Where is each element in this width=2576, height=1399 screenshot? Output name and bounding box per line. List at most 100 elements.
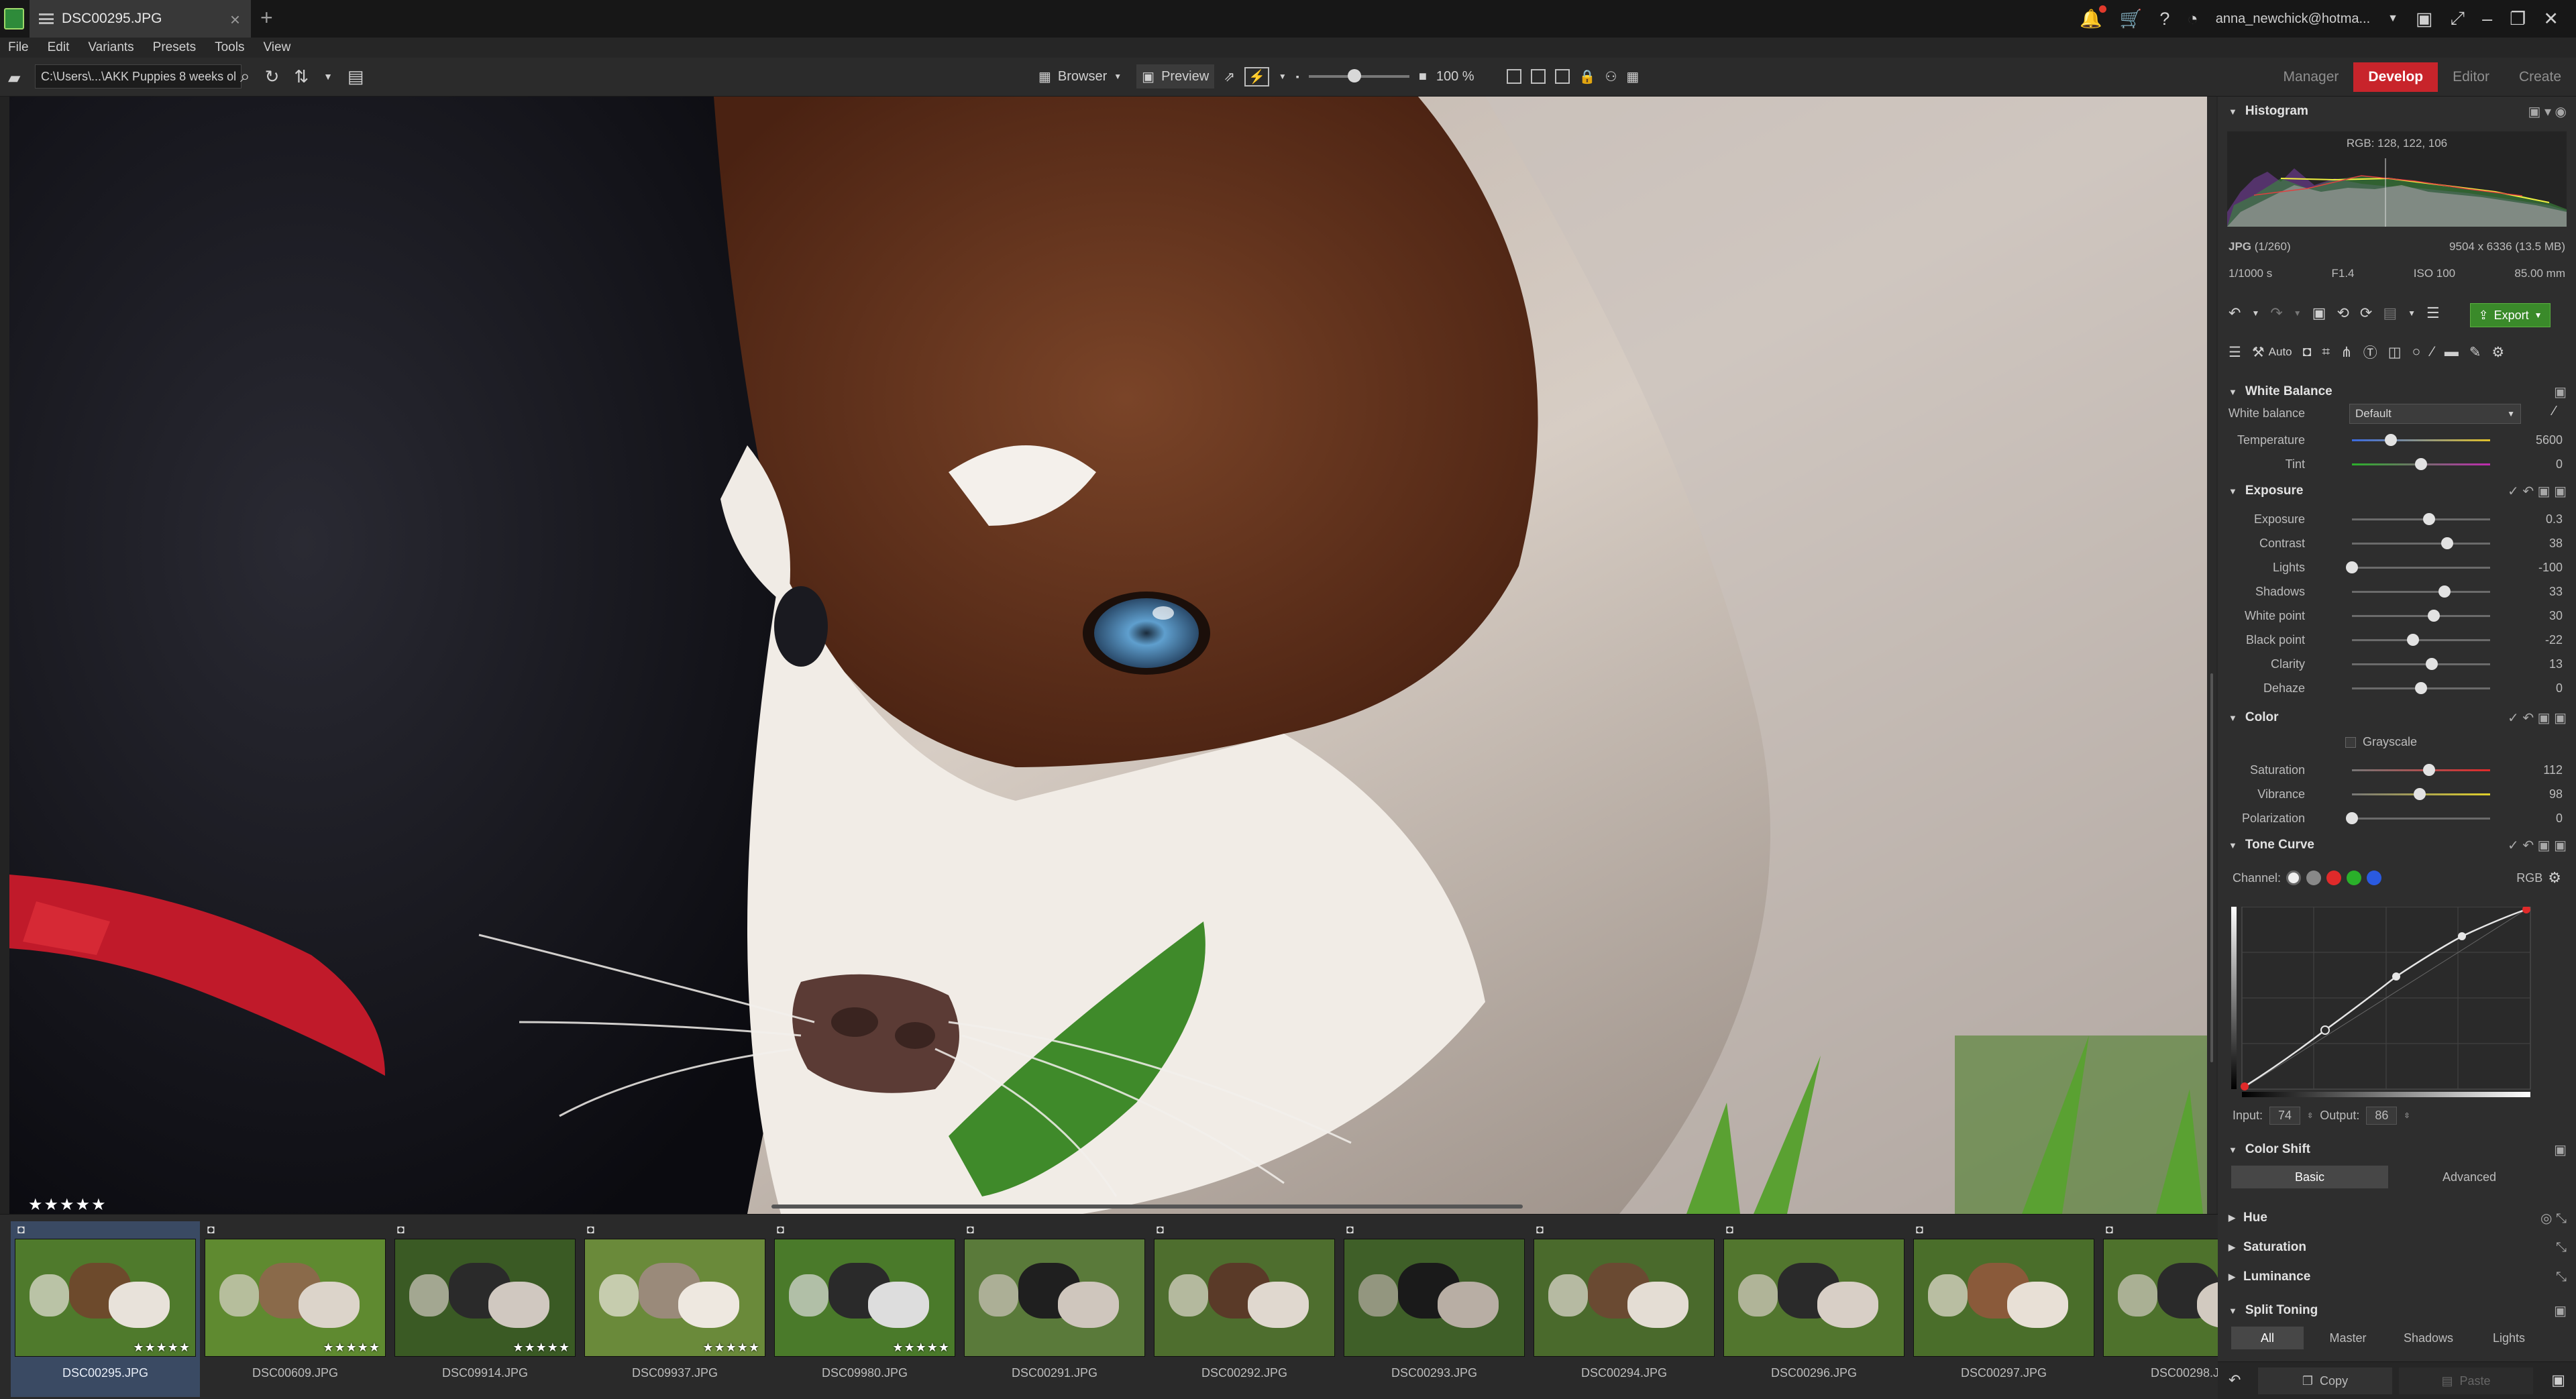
notification-bell-icon[interactable]: 🔔: [2080, 5, 2106, 30]
zoom-slider[interactable]: [1308, 69, 1409, 82]
menu-view[interactable]: View: [263, 40, 290, 55]
settings-gear-icon[interactable]: ⚙: [2491, 344, 2504, 361]
redo-chevron-icon[interactable]: ▼: [2294, 309, 2302, 318]
viewer-horizontal-scrollbar[interactable]: [771, 1205, 1523, 1209]
tab-develop[interactable]: Develop: [2353, 62, 2438, 92]
slider-value[interactable]: 0.3: [2522, 512, 2563, 526]
sort-chevron-icon[interactable]: ▼: [323, 71, 333, 82]
filmstrip-thumbnail[interactable]: ◘ DSC00291.JPG: [960, 1221, 1149, 1397]
adjustments-icon[interactable]: ☰: [2229, 344, 2241, 361]
close-tab-icon[interactable]: ×: [230, 9, 240, 30]
reset-icon[interactable]: ↶: [2229, 1372, 2241, 1389]
grayscale-box[interactable]: [2345, 736, 2356, 748]
exposure-header[interactable]: ▼ Exposure ✓ ↶ ▣ ▣: [2218, 478, 2576, 504]
browser-chevron-icon[interactable]: ▼: [1114, 72, 1122, 81]
channel-blue-swatch[interactable]: [2367, 871, 2382, 885]
slider-knob[interactable]: [2438, 585, 2451, 598]
input-field[interactable]: 74: [2269, 1107, 2301, 1125]
slider-track[interactable]: [2352, 663, 2490, 665]
filmstrip-thumbnail[interactable]: ◘ ★★★★★ DSC00295.JPG: [11, 1221, 200, 1397]
thumbnail-rating[interactable]: ★★★★★: [133, 1341, 191, 1355]
thumbnail-rating[interactable]: ★★★★★: [702, 1341, 760, 1355]
panel-options-icon[interactable]: ▣: [2551, 1372, 2565, 1389]
path-input[interactable]: [35, 64, 241, 89]
slider-value[interactable]: 33: [2522, 585, 2563, 599]
color-shift-tab-advanced[interactable]: Advanced: [2391, 1166, 2548, 1188]
slider-value[interactable]: 5600: [2522, 433, 2563, 447]
section-actions-icon[interactable]: ✓ ↶ ▣ ▣: [2508, 483, 2567, 500]
menu-edit[interactable]: Edit: [48, 40, 70, 55]
presets-list-icon[interactable]: ☰: [2426, 304, 2440, 322]
section-copy-icon[interactable]: ▣: [2554, 1141, 2567, 1158]
luminance-header[interactable]: ▶ Luminance ⤡: [2218, 1264, 2576, 1290]
filmstrip-thumbnail[interactable]: ◘ ★★★★★ DSC09937.JPG: [580, 1221, 769, 1397]
photo-viewer[interactable]: [9, 97, 2216, 1214]
slider-value[interactable]: 30: [2522, 609, 2563, 623]
radial-filter-icon[interactable]: ○: [2412, 344, 2421, 360]
heal-icon[interactable]: ◫: [2388, 344, 2402, 361]
slider-knob[interactable]: [2406, 634, 2419, 646]
zoom-out-icon[interactable]: ▪: [1296, 71, 1299, 82]
slider-track[interactable]: [2352, 439, 2490, 441]
undo-icon[interactable]: ↶: [2229, 304, 2241, 322]
slider-value[interactable]: 98: [2522, 787, 2563, 801]
output-stepper-icon[interactable]: ⇳: [2404, 1111, 2410, 1120]
grayscale-checkbox[interactable]: Grayscale: [2345, 735, 2417, 749]
image-rating-stars[interactable]: ★★★★★: [28, 1195, 107, 1215]
menu-variants[interactable]: Variants: [88, 40, 133, 55]
camera-icon[interactable]: ◘: [2303, 344, 2312, 360]
document-tab[interactable]: DSC00295.JPG ×: [30, 0, 251, 38]
color-shift-tab-basic[interactable]: Basic: [2231, 1166, 2388, 1188]
undo-chevron-icon[interactable]: ▼: [2251, 309, 2259, 318]
slider-track[interactable]: [2352, 818, 2490, 820]
filmstrip-thumbnail[interactable]: ◘ DSC00294.JPG: [1529, 1221, 1719, 1397]
account-chevron-icon[interactable]: ▼: [2387, 13, 2398, 25]
close-window-icon[interactable]: ✕: [2543, 9, 2559, 30]
rotate-right-icon[interactable]: ⟳: [2360, 304, 2372, 322]
slider-track[interactable]: [2352, 615, 2490, 617]
open-folder-icon[interactable]: ▤: [347, 66, 364, 87]
brush-icon[interactable]: ⁄: [2431, 344, 2434, 360]
split-tab-master[interactable]: Master: [2309, 1327, 2387, 1349]
slider-track[interactable]: [2352, 518, 2490, 520]
auto-label[interactable]: Auto: [2269, 345, 2292, 359]
slider-track[interactable]: [2352, 639, 2490, 641]
export-chevron-icon[interactable]: ▼: [2534, 311, 2542, 320]
filmstrip-thumbnail[interactable]: ◘ DSC00293.JPG: [1340, 1221, 1529, 1397]
menu-tools[interactable]: Tools: [215, 40, 244, 55]
filmstrip-thumbnail[interactable]: ◘ ★★★★★ DSC09980.JPG: [770, 1221, 959, 1397]
zoom-in-icon[interactable]: ■: [1419, 69, 1427, 85]
redo-icon[interactable]: ↷: [2270, 304, 2282, 322]
filmstrip-thumbnail[interactable]: ◘ DSC00296.JPG: [1719, 1221, 1909, 1397]
actual-size-icon[interactable]: [1506, 69, 1521, 84]
split-tab-lights[interactable]: Lights: [2470, 1327, 2548, 1349]
channel-red-swatch[interactable]: [2326, 871, 2342, 885]
shopping-cart-icon[interactable]: 🛒: [2120, 8, 2143, 30]
folder-icon[interactable]: ▰: [8, 68, 20, 88]
slider-knob[interactable]: [2427, 610, 2440, 622]
help-icon[interactable]: ?: [2159, 9, 2169, 30]
slider-value[interactable]: 13: [2522, 657, 2563, 671]
channel-rgb-swatch[interactable]: [2286, 871, 2302, 885]
section-actions-icon[interactable]: ✓ ↶ ▣ ▣: [2508, 710, 2567, 726]
tone-curve-editor[interactable]: [2231, 905, 2533, 1100]
browser-button[interactable]: ▦ Browser ▼: [1033, 64, 1127, 89]
input-stepper-icon[interactable]: ⇳: [2307, 1111, 2313, 1120]
histogram-options-icon[interactable]: ▣ ▾ ◉: [2528, 103, 2567, 120]
fit-to-window-icon[interactable]: [1530, 69, 1546, 84]
slider-value[interactable]: -100: [2522, 561, 2563, 575]
batch-chevron-icon[interactable]: ▼: [2408, 309, 2416, 318]
lock-icon[interactable]: 🔒: [1579, 68, 1596, 85]
auto-wand-icon[interactable]: ⚒: [2252, 344, 2265, 361]
channel-luma-swatch[interactable]: [2306, 871, 2322, 885]
filmstrip-thumbnail[interactable]: ◘ ★★★★★ DSC00609.JPG: [201, 1221, 390, 1397]
zoom-value[interactable]: 100 %: [1436, 69, 1474, 85]
split-toning-header[interactable]: ▼ Split Toning ▣: [2218, 1297, 2576, 1324]
thumbnail-rating[interactable]: ★★★★★: [513, 1341, 570, 1355]
tab-editor[interactable]: Editor: [2438, 58, 2504, 97]
tone-curve-header[interactable]: ▼ Tone Curve ✓ ↶ ▣ ▣: [2218, 832, 2576, 858]
text-icon[interactable]: Ⓣ: [2363, 342, 2377, 362]
gradient-filter-icon[interactable]: ▬: [2445, 344, 2459, 360]
new-tab-button[interactable]: +: [260, 5, 273, 30]
slider-value[interactable]: 112: [2522, 763, 2563, 777]
